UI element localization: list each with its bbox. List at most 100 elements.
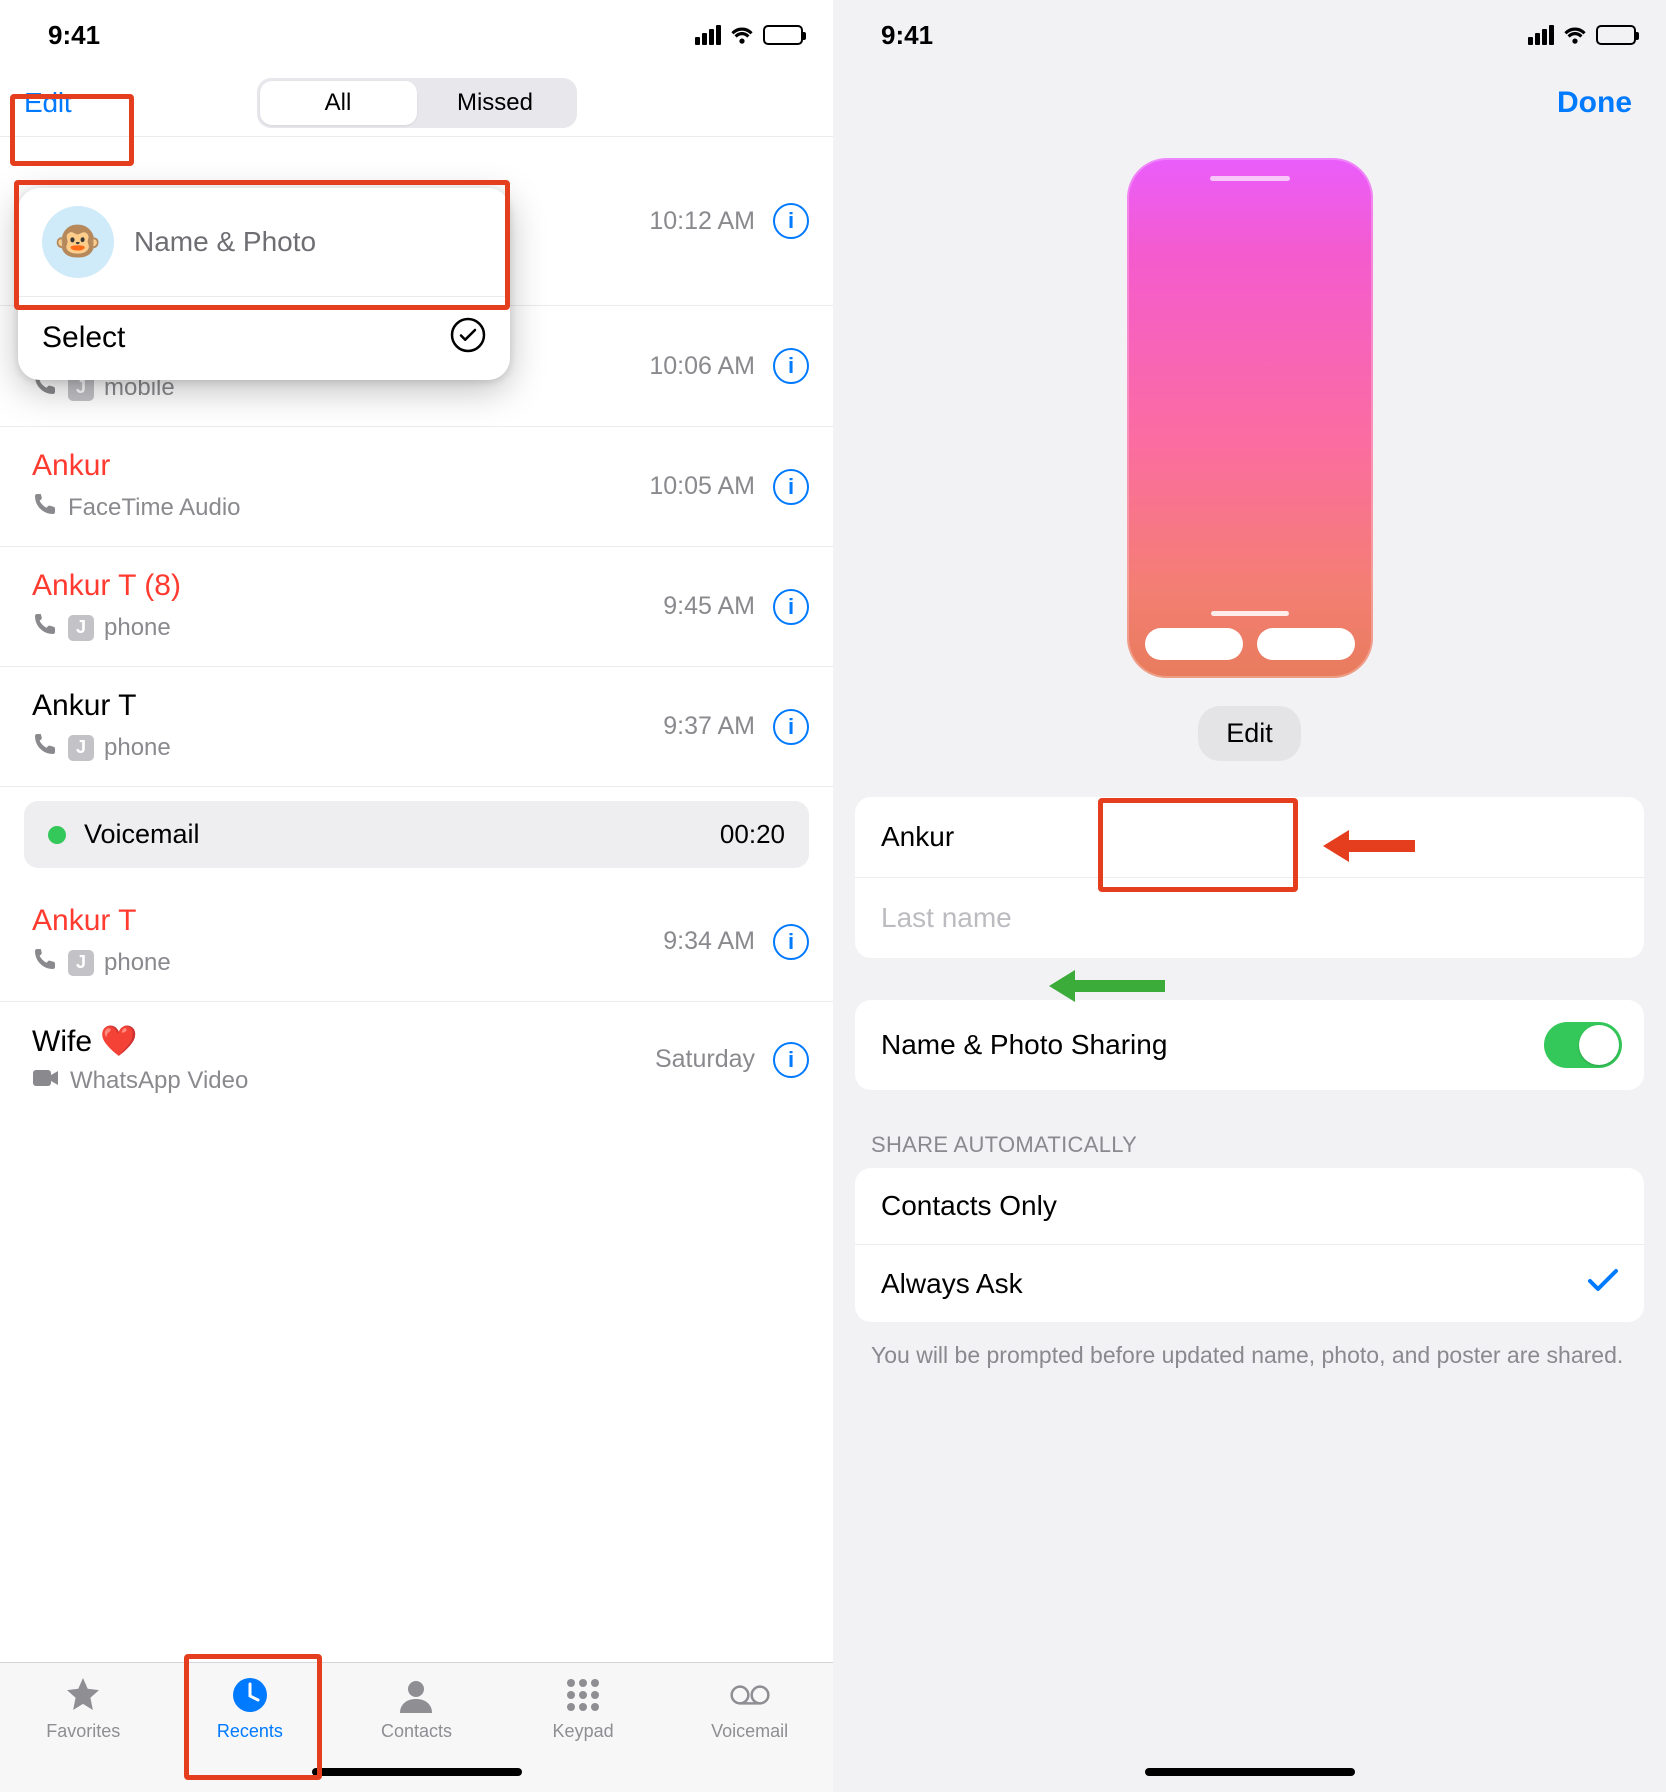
edit-button[interactable]: Edit (24, 87, 71, 119)
call-time: Saturday (655, 1045, 755, 1074)
segment-all[interactable]: All (260, 81, 417, 125)
edit-menu-popover: 🐵 Name & Photo Select (18, 188, 510, 380)
status-icons (695, 20, 803, 51)
tab-label: Favorites (46, 1721, 120, 1742)
voicemail-pill[interactable]: Voicemail 00:20 (24, 801, 809, 868)
clock-icon (230, 1675, 270, 1715)
call-name: Ankur T (8) (32, 569, 181, 603)
home-indicator (312, 1768, 522, 1776)
star-icon (63, 1675, 103, 1715)
call-row[interactable]: Wife ❤️ WhatsApp Video Saturday i (0, 1002, 833, 1117)
annotation-red-arrow (1323, 830, 1415, 862)
recents-header: Edit All Missed (0, 70, 833, 136)
home-indicator (1145, 1768, 1355, 1776)
call-name: Ankur T (32, 689, 171, 723)
name-and-photo-row[interactable]: 🐵 Name & Photo (18, 188, 510, 296)
tab-label: Keypad (553, 1721, 614, 1742)
battery-icon (1596, 25, 1636, 45)
phone-incoming-icon (32, 946, 58, 979)
tab-contacts[interactable]: Contacts (366, 1675, 466, 1742)
video-icon (32, 1067, 60, 1095)
status-icons (1528, 20, 1636, 51)
status-time: 9:41 (40, 20, 100, 51)
phone-incoming-icon (32, 731, 58, 764)
tab-voicemail[interactable]: Voicemail (700, 1675, 800, 1742)
recents-screen: 9:41 Edit All Missed 🐵 Name & Photo Sele… (0, 0, 833, 1792)
call-name: Wife ❤️ (32, 1024, 248, 1059)
carrier-badge: J (68, 735, 94, 761)
call-sub: FaceTime Audio (32, 491, 241, 524)
wifi-icon (729, 20, 755, 51)
info-icon[interactable]: i (773, 589, 809, 625)
call-name: Ankur (32, 449, 241, 483)
voicemail-duration: 00:20 (720, 819, 785, 850)
status-bar: 9:41 (833, 0, 1666, 70)
first-name-field[interactable]: Ankur (855, 797, 1644, 878)
call-time: 9:45 AM (663, 592, 755, 621)
battery-icon (763, 25, 803, 45)
tab-keypad[interactable]: Keypad (533, 1675, 633, 1742)
call-row[interactable]: Ankur T Jphone 9:37 AM i (0, 667, 833, 787)
phone-incoming-icon (32, 611, 58, 644)
info-icon[interactable]: i (773, 469, 809, 505)
keypad-icon (563, 1675, 603, 1715)
info-icon[interactable]: i (773, 348, 809, 384)
name-photo-screen: 9:41 Done Edit Ankur Last name Name & Ph… (833, 0, 1666, 1792)
call-sub: WhatsApp Video (32, 1067, 248, 1095)
contact-poster-preview[interactable] (1127, 158, 1373, 678)
info-icon[interactable]: i (773, 924, 809, 960)
last-name-field[interactable]: Last name (855, 878, 1644, 958)
info-icon[interactable]: i (773, 1042, 809, 1078)
wifi-icon (1562, 20, 1588, 51)
option-always-ask[interactable]: Always Ask (855, 1245, 1644, 1322)
call-time: 10:05 AM (649, 472, 755, 501)
info-icon[interactable]: i (773, 709, 809, 745)
checkmark-icon (1588, 1267, 1618, 1300)
sharing-label: Name & Photo Sharing (881, 1029, 1167, 1061)
carrier-badge: J (68, 615, 94, 641)
tab-label: Contacts (381, 1721, 452, 1742)
avatar-icon: 🐵 (42, 206, 114, 278)
status-time: 9:41 (873, 20, 933, 51)
check-circle-icon (450, 317, 486, 358)
call-sub: Jphone (32, 731, 171, 764)
done-button[interactable]: Done (1557, 86, 1632, 120)
tab-label: Voicemail (711, 1721, 788, 1742)
share-options: Contacts Only Always Ask (855, 1168, 1644, 1322)
tab-label: Recents (217, 1721, 283, 1742)
call-row[interactable]: Ankur FaceTime Audio 10:05 AM i (0, 427, 833, 547)
call-time: 10:06 AM (649, 352, 755, 381)
name-and-photo-label: Name & Photo (134, 226, 316, 258)
sharing-toggle[interactable] (1544, 1022, 1622, 1068)
cell-signal-icon (1528, 25, 1554, 45)
call-time: 9:34 AM (663, 927, 755, 956)
cell-signal-icon (695, 25, 721, 45)
status-bar: 9:41 (0, 0, 833, 70)
voicemail-dot-icon (48, 826, 66, 844)
annotation-green-arrow (1049, 970, 1165, 1002)
person-icon (396, 1675, 436, 1715)
call-name: Ankur T (32, 904, 171, 938)
call-row[interactable]: Ankur T Jphone 9:34 AM i (0, 882, 833, 1002)
tab-recents[interactable]: Recents (200, 1675, 300, 1742)
sharing-toggle-row: Name & Photo Sharing (855, 1000, 1644, 1090)
info-icon[interactable]: i (773, 203, 809, 239)
share-section-header: SHARE AUTOMATICALLY (871, 1132, 1628, 1158)
edit-poster-button[interactable]: Edit (1198, 706, 1301, 761)
call-row[interactable]: Ankur T (8) Jphone 9:45 AM i (0, 547, 833, 667)
phone-incoming-icon (32, 491, 58, 524)
select-label: Select (42, 321, 125, 355)
edit-header: Done (833, 70, 1666, 136)
segment-missed[interactable]: Missed (417, 81, 574, 125)
call-time: 9:37 AM (663, 712, 755, 741)
call-time: 10:12 AM (649, 207, 755, 236)
select-row[interactable]: Select (18, 296, 510, 380)
option-contacts-only[interactable]: Contacts Only (855, 1168, 1644, 1245)
sharing-footer-note: You will be prompted before updated name… (871, 1340, 1628, 1371)
tab-favorites[interactable]: Favorites (33, 1675, 133, 1742)
carrier-badge: J (68, 950, 94, 976)
call-sub: Jphone (32, 946, 171, 979)
voicemail-label: Voicemail (84, 819, 200, 850)
call-sub: Jphone (32, 611, 181, 644)
recents-filter-segment[interactable]: All Missed (257, 78, 577, 128)
